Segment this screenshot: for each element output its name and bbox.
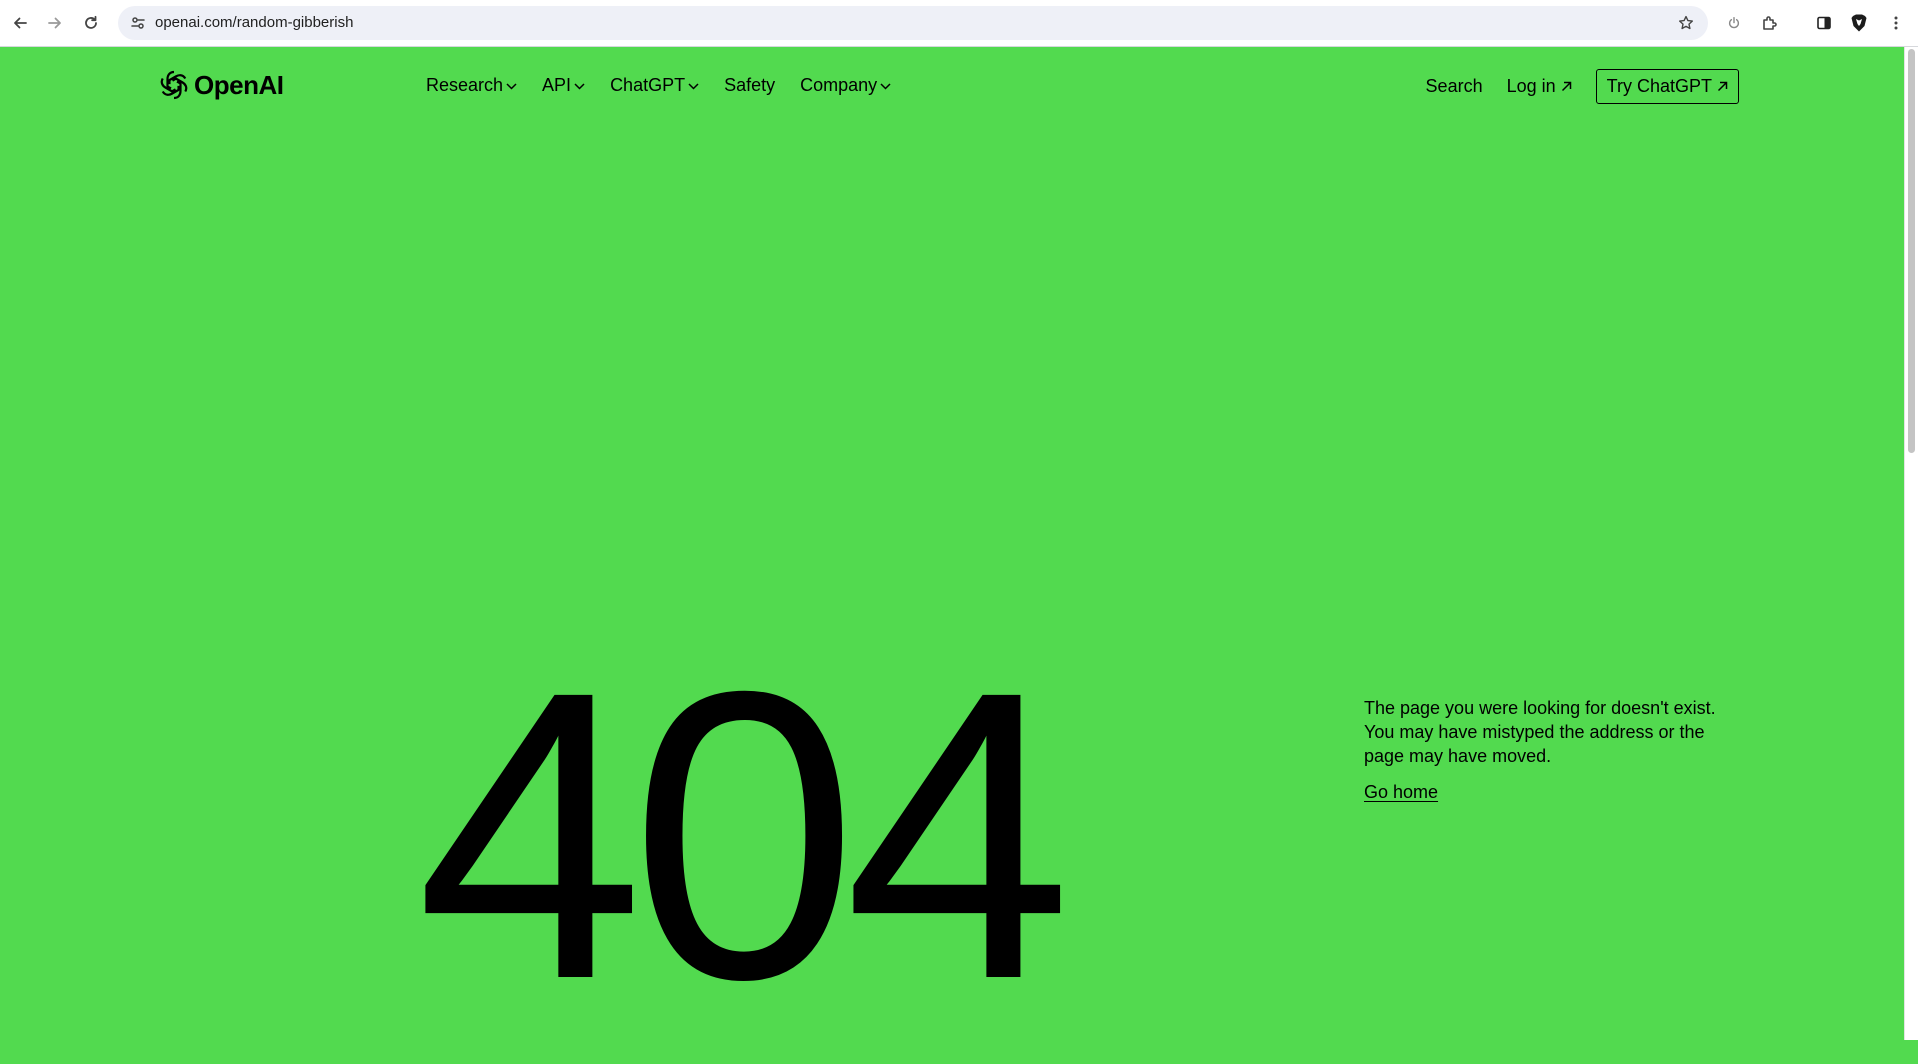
nav-item-safety[interactable]: Safety	[724, 75, 775, 96]
header-actions: Search Log in Try ChatGPT	[1426, 69, 1739, 104]
external-arrow-icon	[1561, 81, 1571, 92]
extensions-icon	[1763, 16, 1777, 30]
external-arrow-icon	[1717, 81, 1728, 92]
nav-item-label: API	[542, 75, 572, 95]
openai-logo[interactable]: OpenAI	[158, 69, 284, 101]
nav-item-research[interactable]: Research	[426, 75, 517, 96]
nav-item-label: Research	[426, 75, 504, 95]
reload-icon	[85, 15, 97, 29]
url-text[interactable]: openai.com/random-gibberish	[155, 14, 353, 31]
chevron-down-icon	[688, 83, 699, 90]
address-bar[interactable]: openai.com/random-gibberish	[118, 6, 1708, 40]
forward-button[interactable]	[41, 9, 69, 37]
nav-item-api[interactable]: API	[542, 75, 585, 96]
site-info-button[interactable]	[124, 9, 152, 37]
nav-item-label: Company	[800, 75, 878, 95]
nav-item-chatgpt[interactable]: ChatGPT	[610, 75, 699, 96]
scrollbar-thumb[interactable]	[1908, 49, 1915, 453]
nav-item-label: ChatGPT	[610, 75, 686, 95]
main-nav: Research API ChatGPT Safety Company	[426, 75, 916, 96]
shield-icon	[1851, 14, 1867, 32]
nav-item-company[interactable]: Company	[800, 75, 891, 96]
search-link[interactable]: Search	[1426, 76, 1483, 97]
logo-text: OpenAI	[194, 69, 284, 100]
back-button[interactable]	[6, 9, 34, 37]
brave-shield-button[interactable]	[1845, 9, 1873, 37]
search-label: Search	[1425, 76, 1483, 96]
chevron-down-icon	[574, 83, 585, 90]
error-message: The page you were looking for doesn't ex…	[1364, 698, 1716, 766]
openai-blossom-icon	[160, 70, 188, 100]
chevron-down-icon	[506, 83, 517, 90]
extensions-button[interactable]	[1756, 9, 1784, 37]
more-menu-button[interactable]	[1882, 9, 1910, 37]
back-icon	[14, 17, 27, 29]
bookmark-button[interactable]	[1672, 9, 1700, 37]
more-menu-icon	[1894, 16, 1898, 30]
page-scrollbar[interactable]	[1904, 47, 1918, 1040]
try-chatgpt-button[interactable]: Try ChatGPT	[1595, 69, 1739, 104]
go-home-link[interactable]: Go home	[1364, 782, 1438, 803]
reload-button[interactable]	[77, 9, 105, 37]
login-label: Log in	[1506, 76, 1556, 96]
login-link[interactable]: Log in	[1507, 76, 1572, 97]
nav-item-label: Safety	[724, 75, 776, 95]
side-panel-icon	[1817, 16, 1831, 30]
browser-toolbar: openai.com/random-gibberish	[0, 0, 1918, 47]
side-panel-button[interactable]	[1810, 9, 1838, 37]
bookmark-star-icon	[1679, 15, 1693, 30]
try-chatgpt-label: Try ChatGPT	[1606, 76, 1712, 96]
chevron-down-icon	[880, 83, 891, 90]
error-code: 404	[416, 606, 1072, 1064]
forward-icon	[48, 17, 61, 29]
power-icon	[1728, 17, 1740, 29]
site-info-icon	[131, 17, 145, 29]
power-button[interactable]	[1720, 9, 1748, 37]
site-header: OpenAI Research API ChatGPT Safety Compa…	[0, 47, 1904, 127]
